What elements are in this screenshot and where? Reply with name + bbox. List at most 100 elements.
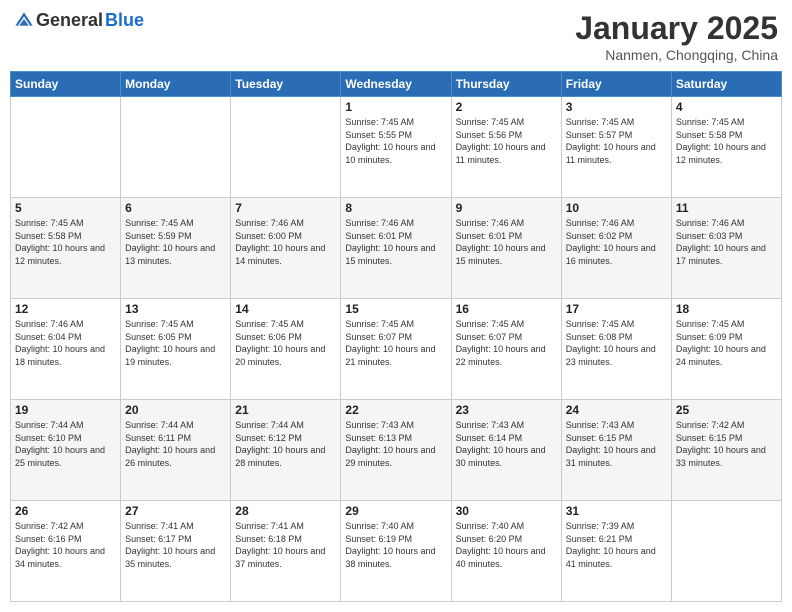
cell-sun-info: Sunrise: 7:45 AMSunset: 6:08 PMDaylight:… bbox=[566, 318, 667, 368]
cell-day-number: 13 bbox=[125, 302, 226, 316]
cell-sun-info: Sunrise: 7:45 AMSunset: 5:58 PMDaylight:… bbox=[15, 217, 116, 267]
header-friday: Friday bbox=[561, 72, 671, 97]
cell-day-number: 20 bbox=[125, 403, 226, 417]
cell-day-number: 17 bbox=[566, 302, 667, 316]
header-monday: Monday bbox=[121, 72, 231, 97]
table-row: 31 Sunrise: 7:39 AMSunset: 6:21 PMDayligh… bbox=[561, 501, 671, 602]
cell-sun-info: Sunrise: 7:44 AMSunset: 6:10 PMDaylight:… bbox=[15, 419, 116, 469]
table-row: 9 Sunrise: 7:46 AMSunset: 6:01 PMDaylight… bbox=[451, 198, 561, 299]
cell-day-number: 6 bbox=[125, 201, 226, 215]
cell-day-number: 18 bbox=[676, 302, 777, 316]
table-row: 4 Sunrise: 7:45 AMSunset: 5:58 PMDaylight… bbox=[671, 97, 781, 198]
cell-day-number: 3 bbox=[566, 100, 667, 114]
cell-day-number: 12 bbox=[15, 302, 116, 316]
cell-day-number: 31 bbox=[566, 504, 667, 518]
cell-sun-info: Sunrise: 7:46 AMSunset: 6:01 PMDaylight:… bbox=[456, 217, 557, 267]
table-row bbox=[121, 97, 231, 198]
cell-day-number: 28 bbox=[235, 504, 336, 518]
logo-icon bbox=[14, 11, 34, 31]
table-row: 2Sunrise: 7:45 AMSunset: 5:56 PMDaylight… bbox=[451, 97, 561, 198]
logo: GeneralBlue bbox=[14, 10, 144, 31]
table-row: 8 Sunrise: 7:46 AMSunset: 6:01 PMDaylight… bbox=[341, 198, 451, 299]
cell-day-number: 27 bbox=[125, 504, 226, 518]
cell-day-number: 21 bbox=[235, 403, 336, 417]
calendar-title: January 2025 bbox=[575, 10, 778, 47]
cell-sun-info: Sunrise: 7:45 AMSunset: 5:59 PMDaylight:… bbox=[125, 217, 226, 267]
cell-day-number: 25 bbox=[676, 403, 777, 417]
cell-day-number: 26 bbox=[15, 504, 116, 518]
cell-sun-info: Sunrise: 7:39 AMSunset: 6:21 PMDaylight:… bbox=[566, 520, 667, 570]
table-row: 18 Sunrise: 7:45 AMSunset: 6:09 PMDayligh… bbox=[671, 299, 781, 400]
calendar-week-5: 26 Sunrise: 7:42 AMSunset: 6:16 PMDayligh… bbox=[11, 501, 782, 602]
table-row: 11 Sunrise: 7:46 AMSunset: 6:03 PMDayligh… bbox=[671, 198, 781, 299]
calendar-location: Nanmen, Chongqing, China bbox=[575, 47, 778, 63]
cell-day-number: 29 bbox=[345, 504, 446, 518]
cell-sun-info: Sunrise: 7:43 AMSunset: 6:13 PMDaylight:… bbox=[345, 419, 446, 469]
cell-sun-info: Sunrise: 7:40 AMSunset: 6:20 PMDaylight:… bbox=[456, 520, 557, 570]
table-row bbox=[11, 97, 121, 198]
table-row: 27 Sunrise: 7:41 AMSunset: 6:17 PMDayligh… bbox=[121, 501, 231, 602]
header-sunday: Sunday bbox=[11, 72, 121, 97]
cell-sun-info: Sunrise: 7:45 AMSunset: 5:58 PMDaylight:… bbox=[676, 116, 777, 166]
cell-sun-info: Sunrise: 7:46 AMSunset: 6:02 PMDaylight:… bbox=[566, 217, 667, 267]
calendar-week-1: 1 Sunrise: 7:45 AMSunset: 5:55 PMDaylight… bbox=[11, 97, 782, 198]
table-row: 17 Sunrise: 7:45 AMSunset: 6:08 PMDayligh… bbox=[561, 299, 671, 400]
cell-day-number: 24 bbox=[566, 403, 667, 417]
cell-sun-info: Sunrise: 7:41 AMSunset: 6:17 PMDaylight:… bbox=[125, 520, 226, 570]
table-row: 28 Sunrise: 7:41 AMSunset: 6:18 PMDayligh… bbox=[231, 501, 341, 602]
table-row: 19Sunrise: 7:44 AMSunset: 6:10 PMDayligh… bbox=[11, 400, 121, 501]
cell-sun-info: Sunrise: 7:41 AMSunset: 6:18 PMDaylight:… bbox=[235, 520, 336, 570]
table-row: 23 Sunrise: 7:43 AMSunset: 6:14 PMDayligh… bbox=[451, 400, 561, 501]
calendar-table: Sunday Monday Tuesday Wednesday Thursday… bbox=[10, 71, 782, 602]
calendar-week-4: 19Sunrise: 7:44 AMSunset: 6:10 PMDayligh… bbox=[11, 400, 782, 501]
table-row: 6 Sunrise: 7:45 AMSunset: 5:59 PMDaylight… bbox=[121, 198, 231, 299]
cell-day-number: 5 bbox=[15, 201, 116, 215]
cell-day-number: 11 bbox=[676, 201, 777, 215]
calendar-header-row: Sunday Monday Tuesday Wednesday Thursday… bbox=[11, 72, 782, 97]
table-row: 29 Sunrise: 7:40 AMSunset: 6:19 PMDayligh… bbox=[341, 501, 451, 602]
cell-sun-info: Sunrise: 7:44 AMSunset: 6:12 PMDaylight:… bbox=[235, 419, 336, 469]
cell-sun-info: Sunrise: 7:45 AMSunset: 5:57 PMDaylight:… bbox=[566, 116, 667, 166]
cell-sun-info: Sunrise: 7:45 AMSunset: 6:09 PMDaylight:… bbox=[676, 318, 777, 368]
cell-day-number: 8 bbox=[345, 201, 446, 215]
cell-sun-info: Sunrise: 7:42 AMSunset: 6:16 PMDaylight:… bbox=[15, 520, 116, 570]
header-saturday: Saturday bbox=[671, 72, 781, 97]
table-row: 21 Sunrise: 7:44 AMSunset: 6:12 PMDayligh… bbox=[231, 400, 341, 501]
cell-sun-info: Sunrise: 7:40 AMSunset: 6:19 PMDaylight:… bbox=[345, 520, 446, 570]
cell-day-number: 9 bbox=[456, 201, 557, 215]
table-row: 26 Sunrise: 7:42 AMSunset: 6:16 PMDayligh… bbox=[11, 501, 121, 602]
cell-day-number: 22 bbox=[345, 403, 446, 417]
cell-sun-info: Sunrise: 7:45 AMSunset: 5:56 PMDaylight:… bbox=[456, 116, 557, 166]
table-row: 30 Sunrise: 7:40 AMSunset: 6:20 PMDayligh… bbox=[451, 501, 561, 602]
cell-day-number: 1 bbox=[345, 100, 446, 114]
cell-sun-info: Sunrise: 7:46 AMSunset: 6:03 PMDaylight:… bbox=[676, 217, 777, 267]
table-row: 16Sunrise: 7:45 AMSunset: 6:07 PMDayligh… bbox=[451, 299, 561, 400]
cell-day-number: 7 bbox=[235, 201, 336, 215]
cell-sun-info: Sunrise: 7:43 AMSunset: 6:14 PMDaylight:… bbox=[456, 419, 557, 469]
cell-sun-info: Sunrise: 7:46 AMSunset: 6:04 PMDaylight:… bbox=[15, 318, 116, 368]
calendar-week-3: 12 Sunrise: 7:46 AMSunset: 6:04 PMDayligh… bbox=[11, 299, 782, 400]
table-row: 24 Sunrise: 7:43 AMSunset: 6:15 PMDayligh… bbox=[561, 400, 671, 501]
header-wednesday: Wednesday bbox=[341, 72, 451, 97]
cell-day-number: 15 bbox=[345, 302, 446, 316]
cell-day-number: 4 bbox=[676, 100, 777, 114]
cell-sun-info: Sunrise: 7:46 AMSunset: 6:00 PMDaylight:… bbox=[235, 217, 336, 267]
cell-sun-info: Sunrise: 7:45 AMSunset: 6:07 PMDaylight:… bbox=[345, 318, 446, 368]
title-block: January 2025 Nanmen, Chongqing, China bbox=[575, 10, 778, 63]
table-row: 13Sunrise: 7:45 AMSunset: 6:05 PMDayligh… bbox=[121, 299, 231, 400]
cell-sun-info: Sunrise: 7:45 AMSunset: 5:55 PMDaylight:… bbox=[345, 116, 446, 166]
cell-sun-info: Sunrise: 7:46 AMSunset: 6:01 PMDaylight:… bbox=[345, 217, 446, 267]
table-row: 3 Sunrise: 7:45 AMSunset: 5:57 PMDaylight… bbox=[561, 97, 671, 198]
table-row: 7 Sunrise: 7:46 AMSunset: 6:00 PMDaylight… bbox=[231, 198, 341, 299]
header: GeneralBlue January 2025 Nanmen, Chongqi… bbox=[10, 10, 782, 63]
cell-day-number: 14 bbox=[235, 302, 336, 316]
table-row: 25Sunrise: 7:42 AMSunset: 6:15 PMDayligh… bbox=[671, 400, 781, 501]
cell-sun-info: Sunrise: 7:43 AMSunset: 6:15 PMDaylight:… bbox=[566, 419, 667, 469]
logo-general-text: General bbox=[36, 10, 103, 31]
cell-day-number: 23 bbox=[456, 403, 557, 417]
table-row: 5 Sunrise: 7:45 AMSunset: 5:58 PMDaylight… bbox=[11, 198, 121, 299]
header-tuesday: Tuesday bbox=[231, 72, 341, 97]
table-row: 1 Sunrise: 7:45 AMSunset: 5:55 PMDaylight… bbox=[341, 97, 451, 198]
cell-day-number: 30 bbox=[456, 504, 557, 518]
calendar-week-2: 5 Sunrise: 7:45 AMSunset: 5:58 PMDaylight… bbox=[11, 198, 782, 299]
